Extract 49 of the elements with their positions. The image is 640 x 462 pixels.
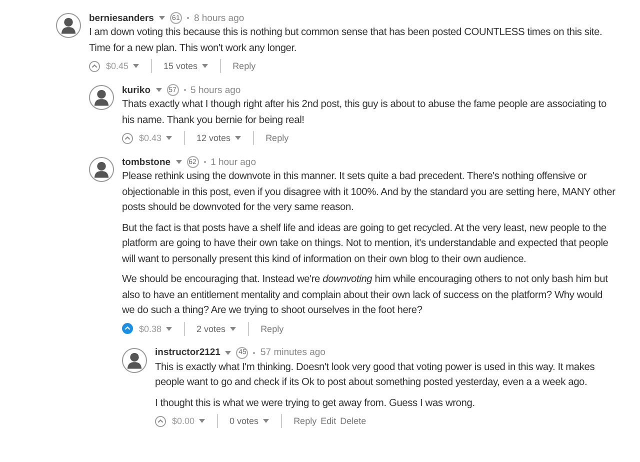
- action-link[interactable]: Reply: [260, 324, 284, 334]
- timestamp: 5 hours ago: [190, 84, 241, 96]
- caret-icon: [176, 160, 182, 164]
- votes-dropdown[interactable]: 15 votes: [164, 61, 208, 71]
- upvote-button[interactable]: [89, 60, 100, 72]
- caret-icon: [262, 419, 269, 423]
- comment-text: I am down voting this because this is nothing but common sense that has been posted COUNTLESS times on this site. Time for a new plan. This won't work any longer.: [89, 26, 604, 56]
- author-name[interactable]: berniesanders: [89, 12, 154, 24]
- payout-dropdown[interactable]: $0.00: [172, 416, 205, 426]
- author-name[interactable]: tombstone: [122, 156, 171, 168]
- timestamp: 8 hours ago: [194, 12, 244, 24]
- caret-icon: [225, 350, 232, 354]
- avatar-icon: [122, 348, 147, 372]
- caret-icon: [202, 64, 208, 68]
- action-link[interactable]: Reply: [294, 416, 317, 426]
- comment-text: This is exactly what I'm thinking. Doesn't look very good that voting power is used in this way. It makes people want to go and check if its Ok to post about something posted yesterday, even a a week ago.: [155, 360, 596, 390]
- author-name[interactable]: kuriko: [122, 84, 151, 96]
- caret-icon: [198, 419, 205, 423]
- caret-icon: [132, 64, 139, 68]
- action-link[interactable]: Edit: [320, 416, 336, 426]
- comment-text: We should be encouraging that. Instead we're downvoting him while encouraging others to not only bash him but also to have an entitlement mentality and complain about their own lack of success on the platform? Why would we do such a thing? Are we trying to shoot ourselves in the foot here?: [122, 273, 609, 318]
- votes-dropdown[interactable]: 2 votes: [196, 324, 236, 334]
- comment-text: But the fact is that posts have a shelf life and ideas are going to get recycled. At the very least, new people to the platform are going to have their own take on things. Not to mention, it's understandable and expected that people will want to personally present this kind of information on their own blog to their own audience.: [122, 222, 610, 266]
- caret-icon: [166, 136, 172, 140]
- action-link[interactable]: Delete: [340, 416, 366, 426]
- upvote-button[interactable]: [122, 323, 133, 334]
- votes-dropdown[interactable]: 12 votes: [196, 133, 241, 143]
- avatar-icon: [89, 157, 114, 182]
- action-link[interactable]: Reply: [232, 61, 256, 71]
- action-link[interactable]: Reply: [266, 133, 289, 143]
- caret-icon: [166, 326, 172, 330]
- comment-text: I thought this is what we were trying to get away from. Guess I was wrong.: [155, 396, 476, 410]
- caret-icon: [234, 136, 241, 140]
- avatar-icon: [89, 85, 114, 110]
- upvote-button[interactable]: [155, 416, 166, 426]
- upvote-button[interactable]: [122, 132, 133, 144]
- payout-dropdown[interactable]: $0.38: [139, 324, 172, 334]
- payout-dropdown[interactable]: $0.43: [139, 133, 172, 143]
- caret-icon: [158, 16, 165, 20]
- comment-text: Thats exactly what I though right after his 2nd post, this guy is about to abuse the fame people are associating to his name. Thank you bernie for being real!: [122, 98, 608, 128]
- timestamp: 57 minutes ago: [260, 347, 326, 358]
- votes-dropdown[interactable]: 0 votes: [230, 416, 269, 426]
- caret-icon: [230, 326, 236, 330]
- author-name[interactable]: instructor2121: [155, 347, 220, 358]
- caret-icon: [156, 88, 162, 92]
- comment-text: Please rethink using the downvote in this manner. It sets quite a bad precedent. There's nothing offensive or objectionable in this post, even if you disagree with it 100%. And by the standard you are setting here, MANY other posts should be downvoted for the very same reason.: [122, 170, 616, 215]
- payout-dropdown[interactable]: $0.45: [106, 61, 139, 71]
- avatar-icon: [56, 13, 81, 38]
- timestamp: 1 hour ago: [210, 156, 256, 168]
